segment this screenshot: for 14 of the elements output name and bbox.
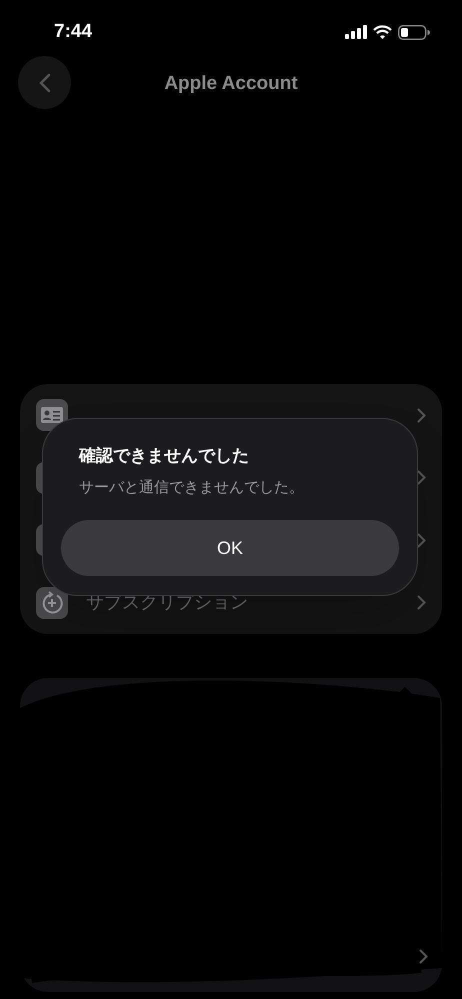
nav-title: Apple Account	[164, 72, 298, 96]
alert-message: サーバと通信できませんでした。	[79, 478, 305, 498]
alert-title: 確認できませんでした	[79, 445, 250, 467]
chevron-right-icon	[417, 470, 426, 486]
chevron-left-icon	[38, 72, 50, 92]
ok-button[interactable]: OK	[61, 520, 399, 576]
chevron-right-icon	[417, 532, 426, 548]
status-time: 7:44	[54, 20, 92, 44]
chevron-right-icon	[417, 408, 426, 423]
chevron-right-icon	[419, 949, 428, 964]
chevron-right-icon	[417, 595, 426, 610]
signal-icon	[345, 25, 367, 39]
wifi-icon	[373, 25, 392, 39]
battery-icon	[398, 24, 430, 40]
